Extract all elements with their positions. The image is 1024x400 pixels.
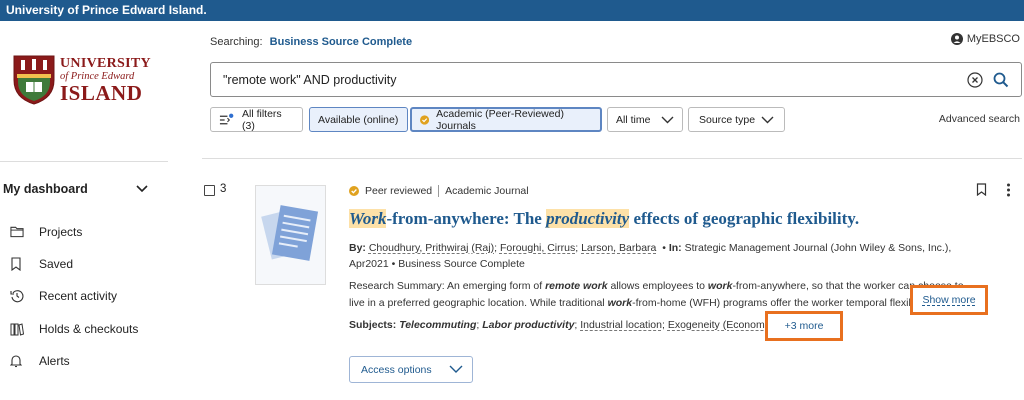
subject-link[interactable]: Telecommuting <box>399 319 476 331</box>
title-highlight: Work <box>349 209 387 228</box>
bookmark-icon[interactable] <box>976 183 987 196</box>
user-icon <box>950 33 963 45</box>
sidebar-item-recent-activity[interactable]: Recent activity <box>10 289 117 303</box>
sidebar-item-label: Saved <box>39 257 74 271</box>
summary-label: Research Summary: <box>349 280 445 292</box>
sidebar-item-label: Projects <box>39 225 83 239</box>
result-summary: Research Summary: An emerging form of re… <box>349 278 974 312</box>
search-query: "remote work" AND productivity <box>223 72 397 87</box>
access-options-dropdown[interactable]: Access options <box>349 356 473 383</box>
title-text: -from-anywhere: The <box>386 209 547 228</box>
chevron-down-icon <box>136 185 148 193</box>
available-online-label: Available (online) <box>318 113 399 126</box>
peer-reviewed-filter[interactable]: Academic (Peer-Reviewed) Journals <box>410 107 602 132</box>
time-filter-dropdown[interactable]: All time <box>607 107 683 132</box>
search-icon[interactable] <box>993 72 1009 88</box>
peer-reviewed-label: Academic (Peer-Reviewed) Journals <box>436 107 564 132</box>
peer-reviewed-badge-icon <box>420 114 430 125</box>
all-filters-label: All filters (3) <box>242 107 282 132</box>
author-link[interactable]: Choudhury, Prithwiraj (Raj) <box>369 242 494 254</box>
journal-name: Strategic Management Journal (John Wiley… <box>684 242 952 254</box>
show-more-button[interactable]: Show more <box>910 285 988 315</box>
author-link[interactable]: Larson, Barbara <box>581 242 656 254</box>
source-database: Business Source Complete <box>398 258 525 270</box>
logo-line-1: UNIVERSITY <box>60 56 151 71</box>
peer-reviewed-text: Peer reviewed <box>365 185 433 197</box>
searching-label: Searching: <box>210 36 263 48</box>
sidebar: UNIVERSITY of Prince Edward ISLAND My da… <box>0 21 168 400</box>
subjects-label: Subjects: <box>349 319 397 331</box>
result-subjects: Subjects: Telecommuting; Labor productiv… <box>349 319 796 331</box>
university-wordmark: UNIVERSITY of Prince Edward ISLAND <box>60 57 151 104</box>
institution-name: University of Prince Edward Island. <box>6 3 207 17</box>
available-online-filter[interactable]: Available (online) <box>309 107 408 132</box>
myebsco-account[interactable]: MyEBSCO <box>950 33 1020 45</box>
results-divider <box>202 158 1022 159</box>
source-type-label: Source type <box>699 113 756 126</box>
database-link[interactable]: Business Source Complete <box>270 36 412 48</box>
summary-keyword: work <box>607 297 633 309</box>
filter-icon <box>219 113 234 124</box>
sidebar-item-holds-checkouts[interactable]: Holds & checkouts <box>10 322 138 336</box>
sidebar-item-projects[interactable]: Projects <box>10 225 82 239</box>
my-dashboard-label: My dashboard <box>3 182 88 196</box>
main-content: Searching: Business Source Complete MyEB… <box>168 21 1024 400</box>
sidebar-item-label: Alerts <box>39 354 70 368</box>
shield-crest-icon <box>13 55 55 105</box>
result-number: 3 <box>220 183 227 195</box>
all-filters-button[interactable]: All filters (3) <box>210 107 303 132</box>
sidebar-item-label: Recent activity <box>39 289 118 303</box>
clear-search-icon[interactable] <box>967 71 983 88</box>
more-subjects-button[interactable]: +3 more <box>765 311 843 341</box>
myebsco-label: MyEBSCO <box>966 33 1020 45</box>
chevron-down-icon <box>661 116 674 123</box>
in-label: In: <box>668 242 682 254</box>
by-label: By: <box>349 242 366 254</box>
sidebar-divider <box>0 161 168 162</box>
books-icon <box>10 322 24 336</box>
bookmark-icon <box>10 257 24 271</box>
title-text: effects of geographic flexibility. <box>629 209 860 228</box>
access-options-label: Access options <box>361 363 432 376</box>
bell-icon <box>10 354 24 368</box>
summary-keyword: remote work <box>545 280 608 292</box>
peer-reviewed-badge-icon <box>349 186 359 196</box>
title-highlight: productivity <box>546 209 630 228</box>
sidebar-item-alerts[interactable]: Alerts <box>10 354 70 368</box>
searching-database: Searching: Business Source Complete <box>210 36 412 48</box>
more-options-icon[interactable] <box>1006 183 1011 197</box>
history-icon <box>10 289 24 303</box>
document-thumbnail[interactable] <box>255 185 326 285</box>
chevron-down-icon <box>761 116 774 123</box>
time-filter-label: All time <box>616 113 651 126</box>
meta-separator <box>438 185 440 197</box>
more-subjects-label: +3 more <box>784 320 824 332</box>
search-input[interactable]: "remote work" AND productivity <box>210 62 1022 97</box>
show-more-label: Show more <box>922 294 976 306</box>
chevron-down-icon <box>449 365 463 373</box>
sidebar-item-label: Holds & checkouts <box>39 322 139 336</box>
summary-text: -from-home (WFH) programs offer the work… <box>632 297 938 309</box>
summary-keyword: work <box>707 280 733 292</box>
source-type-dropdown[interactable]: Source type <box>688 107 785 132</box>
folder-icon <box>10 225 24 239</box>
subject-link[interactable]: Labor productivity <box>482 319 574 331</box>
publication-date: Apr2021 <box>349 258 389 270</box>
result-title-link[interactable]: Work-from-anywhere: The productivity eff… <box>349 209 859 229</box>
document-type: Academic Journal <box>445 185 529 197</box>
logo-line-3: ISLAND <box>60 80 143 105</box>
advanced-search-link[interactable]: Advanced search <box>939 113 1020 125</box>
document-icon <box>261 205 319 261</box>
result-meta: Peer reviewed Academic Journal <box>349 185 529 197</box>
my-dashboard-toggle[interactable]: My dashboard <box>3 182 148 196</box>
result-select-checkbox[interactable] <box>204 185 215 196</box>
summary-text: allows employees to <box>607 280 708 292</box>
author-link[interactable]: Foroughi, Cirrus <box>500 242 575 254</box>
subject-link[interactable]: Industrial location <box>580 319 662 331</box>
sidebar-item-saved[interactable]: Saved <box>10 257 73 271</box>
result-byline: By: Choudhury, Prithwiraj (Raj); Forough… <box>349 242 952 270</box>
summary-text: An emerging form of <box>444 280 546 292</box>
top-banner: University of Prince Edward Island. <box>0 0 1024 21</box>
